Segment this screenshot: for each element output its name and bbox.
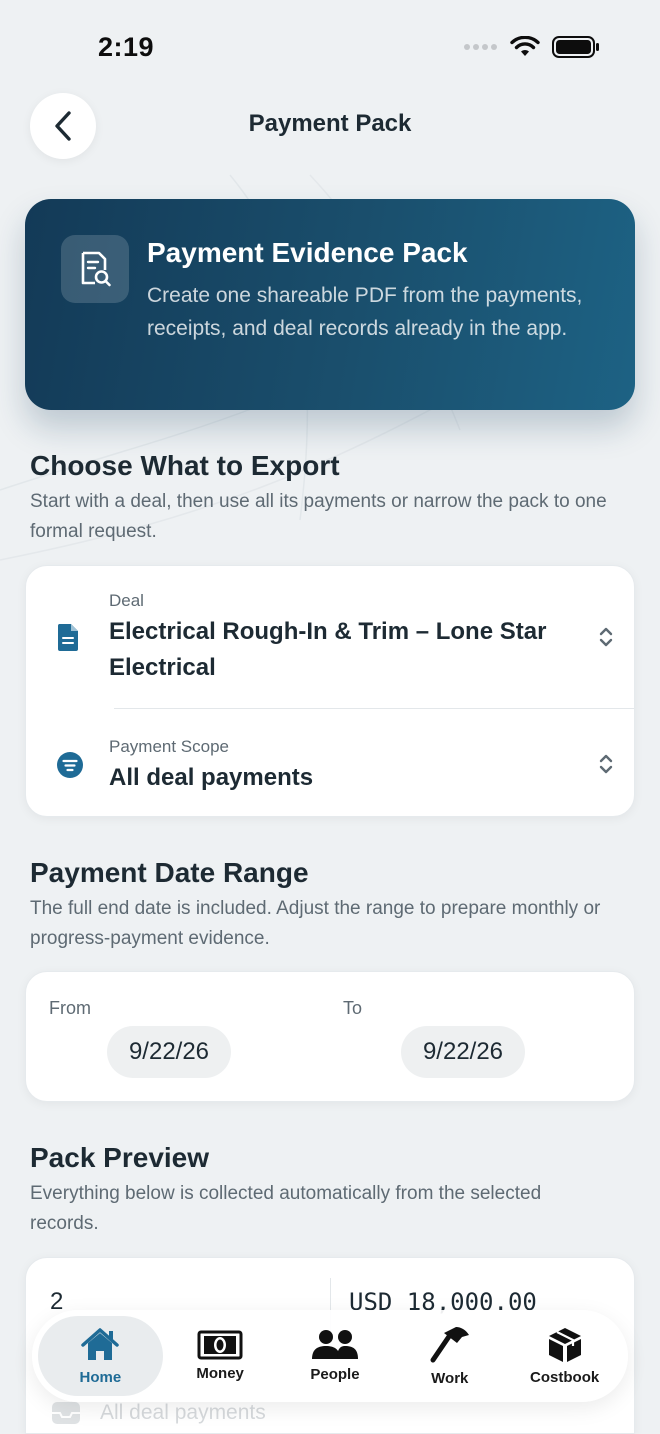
banknote-icon bbox=[197, 1330, 243, 1360]
tray-icon bbox=[52, 1402, 80, 1424]
tab-label: Money bbox=[196, 1365, 244, 1382]
cellular-signal-icon bbox=[464, 44, 497, 50]
deal-value: Electrical Rough-In & Trim – Lone Star E… bbox=[109, 618, 547, 681]
document-icon bbox=[56, 622, 80, 652]
tab-money[interactable]: Money bbox=[163, 1316, 278, 1396]
document-search-icon bbox=[81, 251, 111, 287]
export-section-title: Choose What to Export bbox=[30, 450, 340, 481]
tab-work[interactable]: Work bbox=[392, 1316, 507, 1396]
people-icon bbox=[311, 1330, 358, 1359]
page-title: Payment Pack bbox=[248, 110, 412, 137]
preview-section-subtitle: Everything below is collected automatica… bbox=[30, 1183, 542, 1234]
tab-label: People bbox=[310, 1366, 360, 1383]
tab-costbook[interactable]: Costbook bbox=[507, 1316, 622, 1396]
hero-card: Payment Evidence Pack Create one shareab… bbox=[25, 199, 635, 410]
payment-scope-label: Payment Scope bbox=[109, 737, 230, 756]
deal-picker-row[interactable]: Deal Electrical Rough-In & Trim – Lone S… bbox=[26, 566, 636, 708]
tab-home[interactable]: Home bbox=[38, 1316, 163, 1396]
payment-scope-picker-row[interactable]: Payment Scope All deal payments bbox=[26, 709, 636, 817]
hammer-icon bbox=[430, 1327, 469, 1363]
hero-title: Payment Evidence Pack bbox=[147, 237, 468, 268]
preview-scope-row: All deal payments bbox=[50, 1400, 266, 1426]
status-icons bbox=[464, 36, 600, 58]
box-icon bbox=[548, 1328, 581, 1362]
house-icon bbox=[81, 1328, 120, 1360]
from-date-picker[interactable]: 9/22/26 bbox=[107, 1026, 231, 1078]
preview-section-title: Pack Preview bbox=[30, 1142, 210, 1173]
wifi-icon bbox=[510, 36, 540, 56]
battery-icon bbox=[552, 36, 599, 58]
status-time: 2:19 bbox=[98, 32, 155, 62]
preview-scope-label: All deal payments bbox=[100, 1401, 266, 1424]
tab-label: Home bbox=[79, 1369, 122, 1386]
status-bar: 2:19 bbox=[0, 0, 660, 96]
to-date-picker[interactable]: 9/22/26 bbox=[401, 1026, 525, 1078]
chevron-up-down-icon bbox=[599, 627, 613, 647]
hero-icon-box bbox=[61, 235, 129, 303]
chevron-up-down-icon bbox=[599, 754, 613, 774]
tab-people[interactable]: People bbox=[278, 1316, 393, 1396]
deal-label: Deal bbox=[109, 591, 144, 610]
hero-description: Create one shareable PDF from the paymen… bbox=[147, 284, 583, 340]
to-date-label: To bbox=[343, 998, 363, 1018]
filter-icon bbox=[56, 751, 84, 779]
export-section-subtitle: Start with a deal, then use all its paym… bbox=[30, 491, 607, 542]
date-section-subtitle: The full end date is included. Adjust th… bbox=[30, 898, 601, 949]
tab-label: Work bbox=[431, 1370, 469, 1387]
tab-label: Costbook bbox=[530, 1369, 600, 1386]
date-range-card: From 9/22/26 To 9/22/26 bbox=[25, 971, 635, 1102]
from-date-label: From bbox=[49, 998, 91, 1018]
payment-scope-value: All deal payments bbox=[109, 764, 314, 791]
tab-bar: Home Money People Work Costbook bbox=[32, 1310, 628, 1402]
date-section-title: Payment Date Range bbox=[30, 857, 309, 888]
export-options-card: Deal Electrical Rough-In & Trim – Lone S… bbox=[25, 565, 635, 817]
